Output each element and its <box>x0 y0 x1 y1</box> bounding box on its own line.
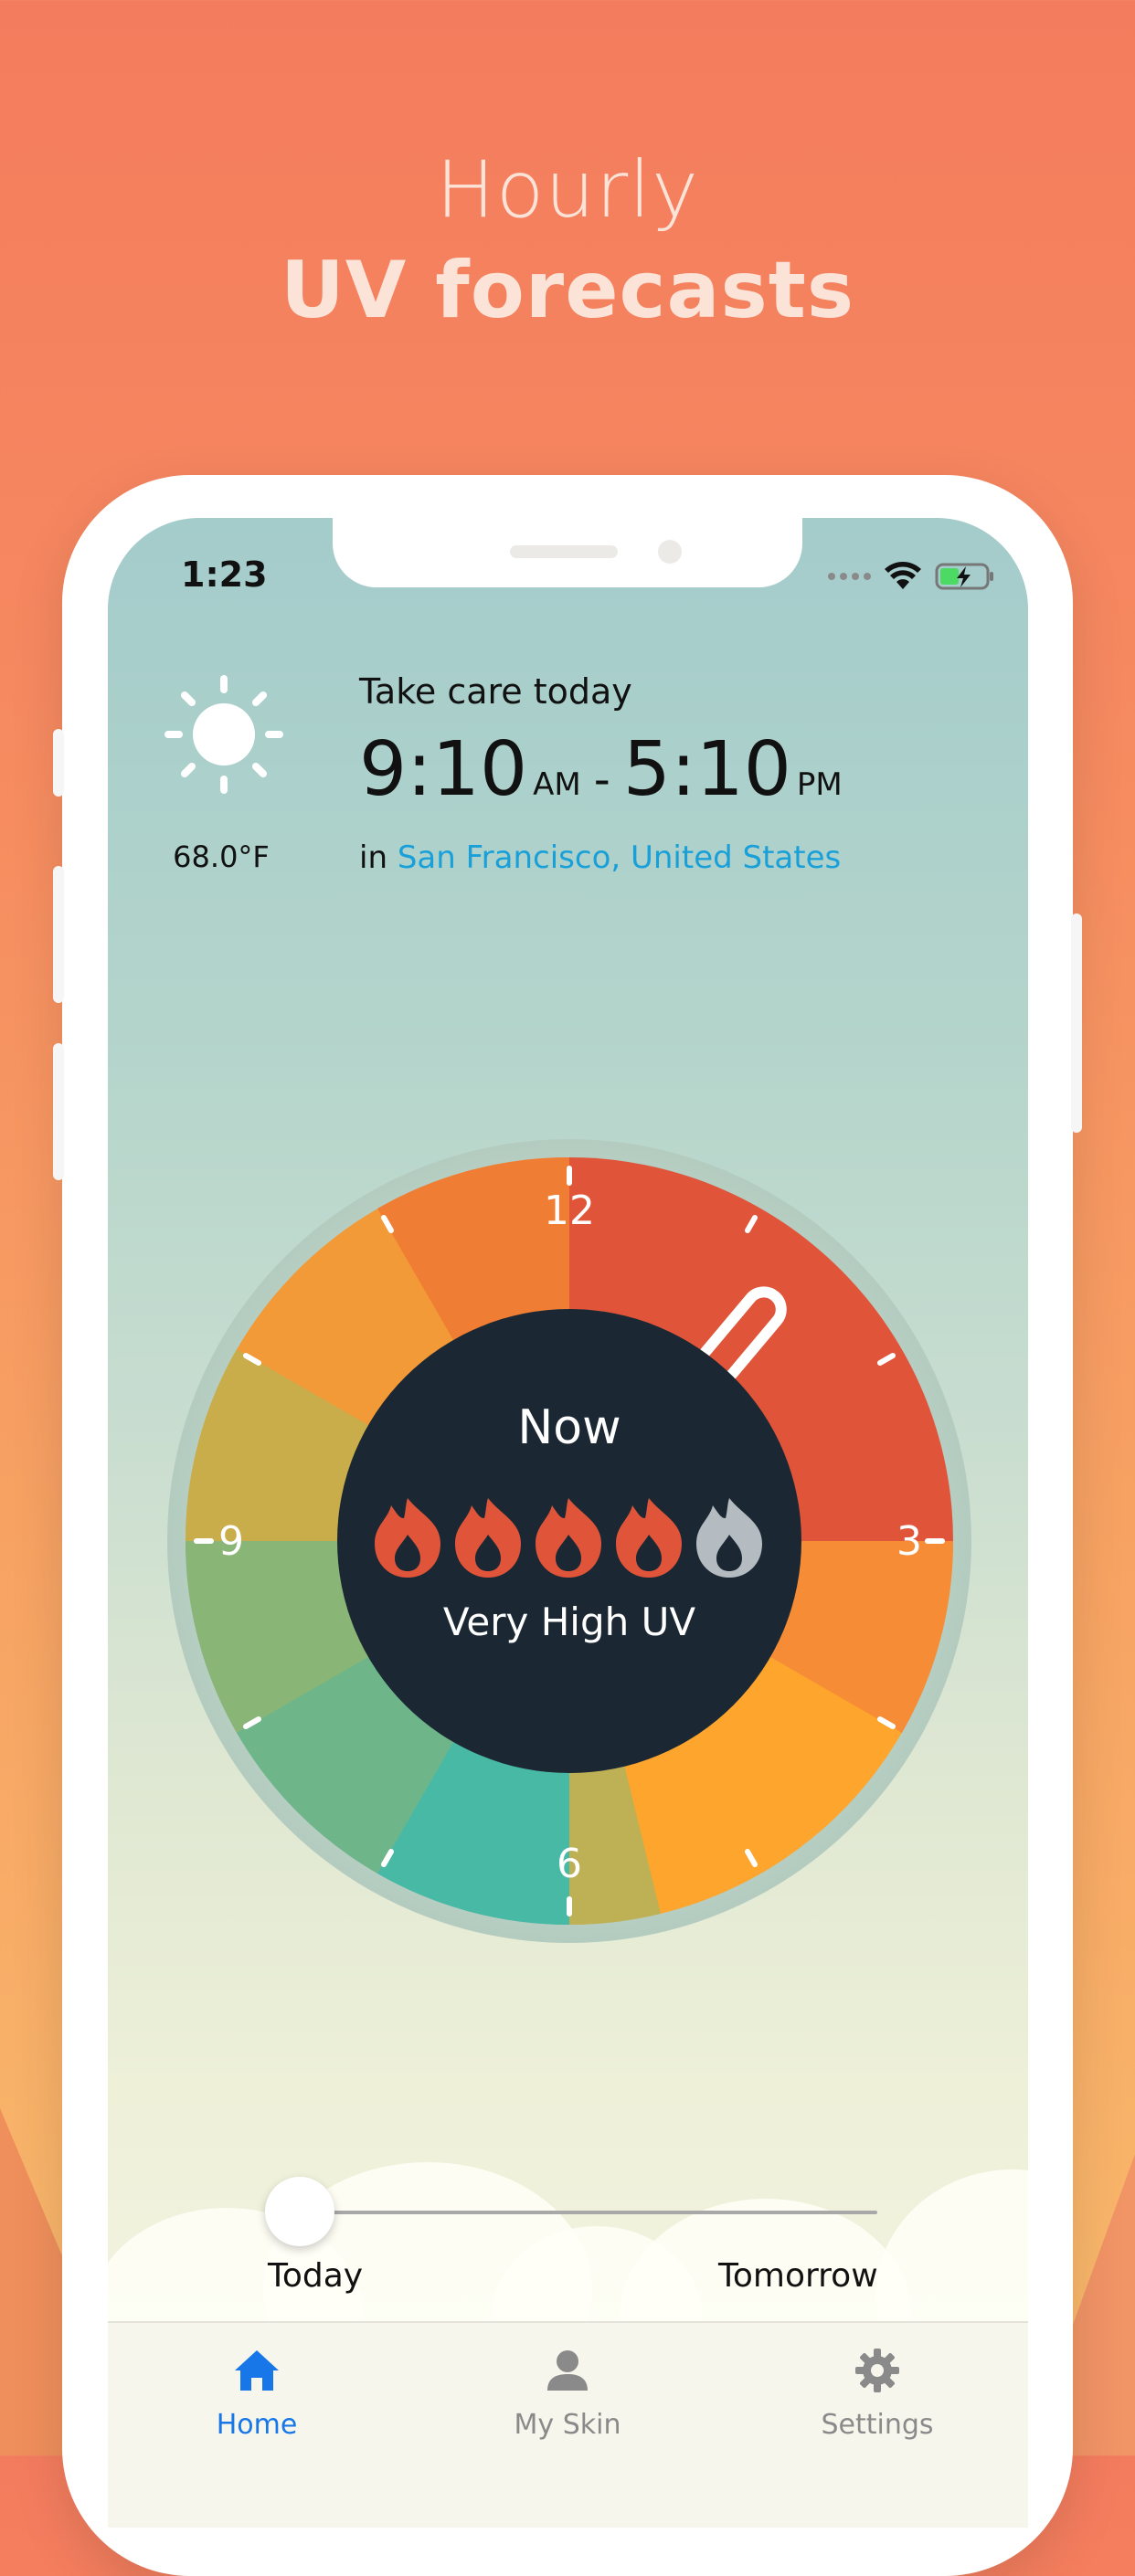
end-time: 5:10 <box>622 726 791 813</box>
day-slider-track[interactable] <box>300 2211 877 2214</box>
slider-label-today[interactable]: Today <box>268 2257 363 2295</box>
tab-bar: Home My Skin Settings <box>108 2321 1028 2528</box>
cellular-signal-icon <box>828 573 871 580</box>
start-time: 9:10 <box>359 726 528 813</box>
tab-settings-label: Settings <box>821 2409 934 2441</box>
time-separator: - <box>593 753 610 806</box>
day-slider-thumb[interactable] <box>265 2177 334 2246</box>
phone-notch <box>333 518 802 587</box>
tab-my-skin[interactable]: My Skin <box>458 2345 677 2441</box>
tab-home-label: Home <box>216 2409 298 2441</box>
home-icon <box>235 2350 279 2391</box>
front-camera <box>658 540 682 564</box>
person-icon <box>547 2350 588 2391</box>
uv-clock-dial: 12 3 6 9 Now Very High UV <box>167 1139 971 1943</box>
phone-side-button <box>53 729 64 797</box>
temperature-value: 68.0°F <box>173 839 270 874</box>
headline-line-1: Hourly <box>436 144 699 236</box>
location-link[interactable]: San Francisco, United States <box>398 839 841 876</box>
status-time: 1:23 <box>181 554 268 595</box>
status-indicators <box>828 558 995 595</box>
dial-label-6: 6 <box>557 1841 582 1887</box>
location-prefix: in <box>359 839 387 876</box>
slider-label-tomorrow[interactable]: Tomorrow <box>718 2257 878 2295</box>
tab-home[interactable]: Home <box>147 2345 366 2441</box>
dial-label-12: 12 <box>544 1188 595 1234</box>
phone-volume-down-button <box>53 1043 64 1180</box>
uv-dial-graphic: 12 3 6 9 <box>167 1139 971 1943</box>
tab-my-skin-label: My Skin <box>514 2409 621 2441</box>
tab-settings[interactable]: Settings <box>768 2345 987 2441</box>
phone-volume-up-button <box>53 866 64 1003</box>
phone-power-button <box>1071 913 1082 1133</box>
battery-charging-icon <box>935 563 993 590</box>
dial-label-3: 3 <box>896 1518 922 1565</box>
uv-level-label: Very High UV <box>442 1599 696 1644</box>
end-ampm: PM <box>796 766 843 803</box>
start-ampm: AM <box>533 766 581 803</box>
wifi-icon <box>885 562 921 589</box>
location-line: in San Francisco, United States <box>359 839 841 876</box>
gear-icon <box>855 2349 899 2392</box>
protection-hours: 9:10 AM -5:10 PM <box>359 726 843 813</box>
app-screen: 1:23 68.0°F Take care today 9:10 AM - 5:… <box>108 518 1028 2528</box>
headline-line-2: UV forecasts <box>280 245 855 336</box>
speaker-grille <box>510 545 618 558</box>
now-label: Now <box>517 1400 621 1455</box>
dial-label-9: 9 <box>218 1518 244 1565</box>
sun-icon <box>164 675 283 794</box>
care-message: Take care today <box>359 671 632 712</box>
